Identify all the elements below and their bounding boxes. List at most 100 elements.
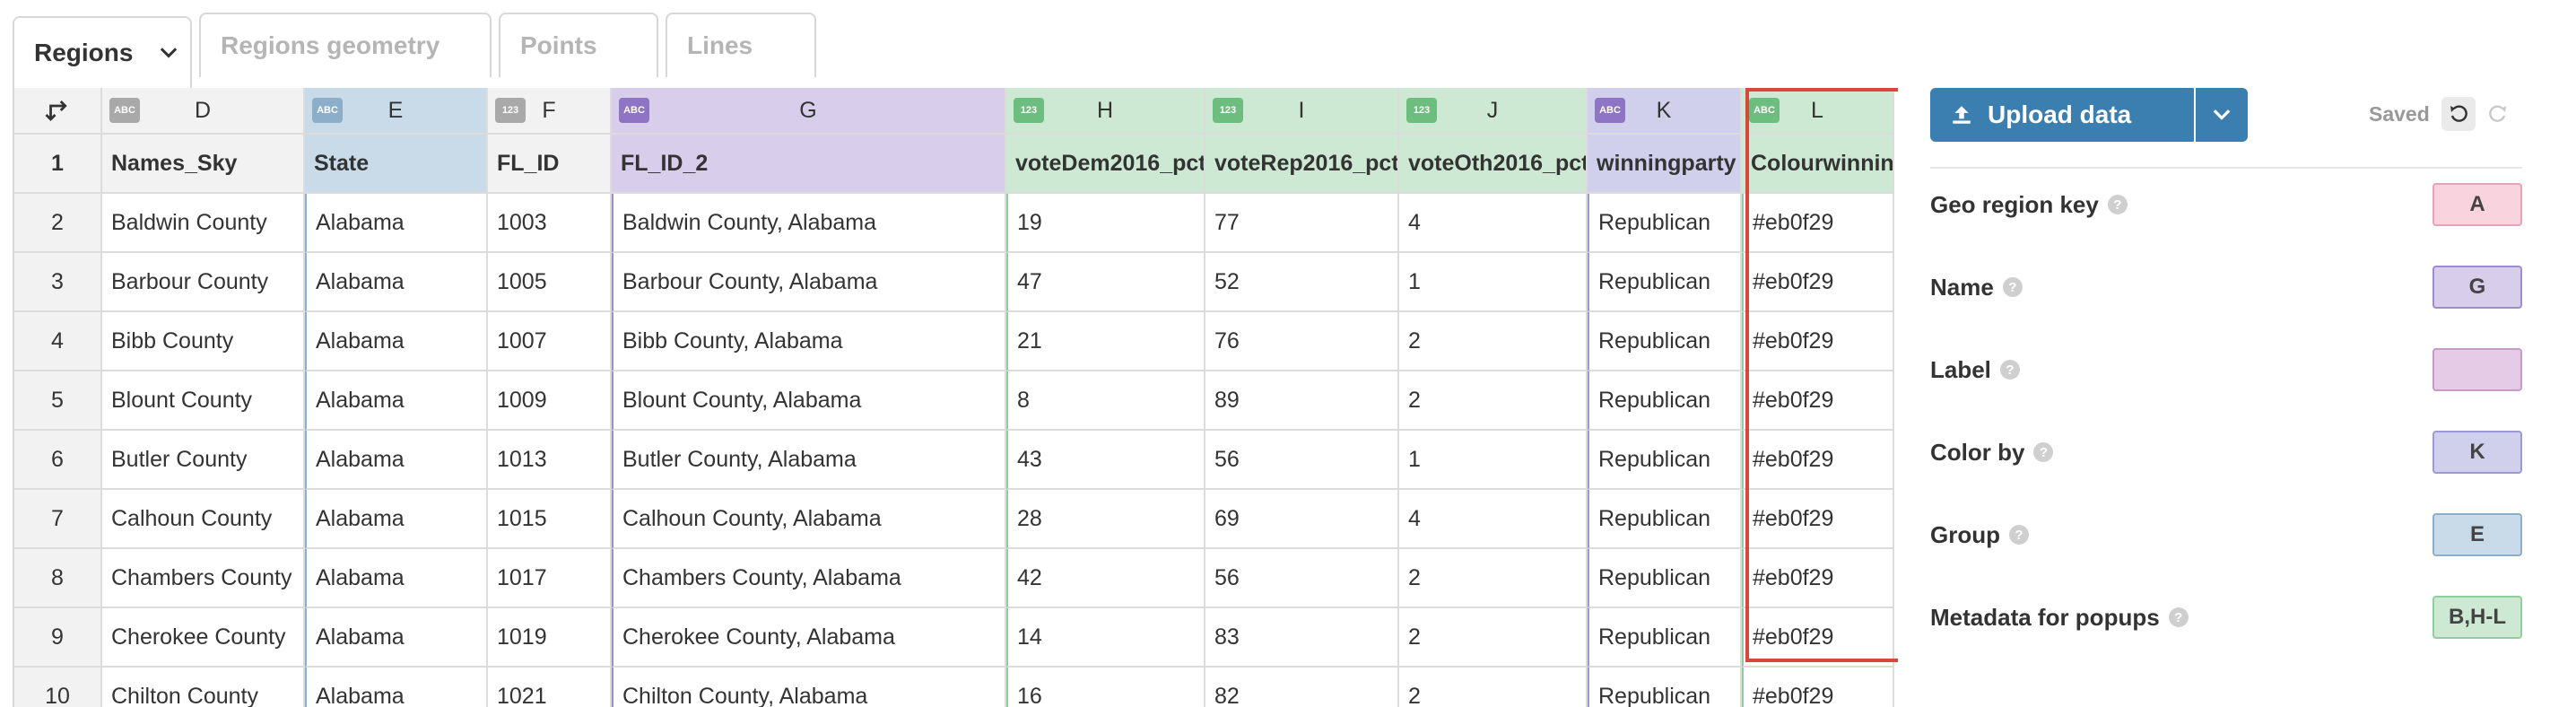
table-cell[interactable]: 8 (1006, 371, 1205, 431)
table-cell[interactable]: Chambers County (102, 549, 305, 608)
table-cell[interactable]: 1003 (488, 194, 612, 253)
table-cell[interactable]: 1021 (488, 668, 612, 707)
table-cell[interactable]: 83 (1205, 608, 1399, 668)
table-cell[interactable]: 14 (1006, 608, 1205, 668)
table-cell[interactable]: 77 (1205, 194, 1399, 253)
row-number[interactable]: 2 (14, 194, 102, 253)
table-cell[interactable]: 2 (1399, 608, 1588, 668)
column-chip[interactable] (2432, 348, 2522, 391)
column-header-l[interactable]: ABC L (1742, 88, 1894, 135)
column-header-g[interactable]: ABC G (612, 88, 1006, 135)
table-cell[interactable]: 28 (1006, 490, 1205, 549)
table-cell[interactable]: Alabama (305, 490, 488, 549)
table-cell[interactable]: Blount County, Alabama (612, 371, 1006, 431)
column-name-cell[interactable]: winningparty (1588, 135, 1742, 194)
table-cell[interactable]: Chilton County, Alabama (612, 668, 1006, 707)
table-cell[interactable]: 42 (1006, 549, 1205, 608)
table-cell[interactable]: Republican (1588, 431, 1742, 490)
column-name-cell[interactable]: State (305, 135, 488, 194)
table-cell[interactable]: Republican (1588, 371, 1742, 431)
table-cell[interactable]: Calhoun County (102, 490, 305, 549)
column-name-cell[interactable]: voteDem2016_pct (1006, 135, 1205, 194)
table-cell[interactable]: 2 (1399, 549, 1588, 608)
table-cell[interactable]: Baldwin County, Alabama (612, 194, 1006, 253)
table-cell[interactable]: #eb0f29 (1742, 194, 1894, 253)
table-cell[interactable]: Chilton County (102, 668, 305, 707)
table-cell[interactable]: Barbour County (102, 253, 305, 312)
column-name-cell[interactable]: FL_ID (488, 135, 612, 194)
column-header-j[interactable]: 123 J (1399, 88, 1588, 135)
table-cell[interactable]: #eb0f29 (1742, 431, 1894, 490)
help-icon[interactable]: ? (2033, 442, 2054, 462)
table-cell[interactable]: 19 (1006, 194, 1205, 253)
help-icon[interactable]: ? (1999, 360, 2020, 380)
column-name-cell[interactable]: voteRep2016_pct (1205, 135, 1399, 194)
table-cell[interactable]: Cherokee County (102, 608, 305, 668)
table-cell[interactable]: 1005 (488, 253, 612, 312)
table-cell[interactable]: 1013 (488, 431, 612, 490)
table-cell[interactable]: Cherokee County, Alabama (612, 608, 1006, 668)
column-header-e[interactable]: ABC E (305, 88, 488, 135)
table-cell[interactable]: #eb0f29 (1742, 549, 1894, 608)
table-cell[interactable]: Republican (1588, 312, 1742, 371)
column-chip[interactable]: K (2432, 431, 2522, 474)
table-cell[interactable]: 47 (1006, 253, 1205, 312)
table-cell[interactable]: 1015 (488, 490, 612, 549)
table-cell[interactable]: 1019 (488, 608, 612, 668)
undo-button[interactable] (2441, 97, 2476, 131)
table-cell[interactable]: Blount County (102, 371, 305, 431)
table-cell[interactable]: #eb0f29 (1742, 312, 1894, 371)
table-cell[interactable]: 1 (1399, 431, 1588, 490)
tab-regions[interactable]: Regions (13, 16, 192, 88)
table-cell[interactable]: 1007 (488, 312, 612, 371)
table-cell[interactable]: 2 (1399, 668, 1588, 707)
column-chip[interactable]: A (2432, 183, 2522, 226)
table-cell[interactable]: 56 (1205, 431, 1399, 490)
table-cell[interactable]: 1017 (488, 549, 612, 608)
column-chip[interactable]: E (2432, 513, 2522, 556)
table-cell[interactable]: Republican (1588, 194, 1742, 253)
select-all-corner[interactable] (14, 88, 102, 135)
table-cell[interactable]: Republican (1588, 253, 1742, 312)
table-cell[interactable]: 21 (1006, 312, 1205, 371)
table-cell[interactable]: Bibb County, Alabama (612, 312, 1006, 371)
table-cell[interactable]: 1009 (488, 371, 612, 431)
column-header-f[interactable]: 123 F (488, 88, 612, 135)
column-name-cell[interactable]: voteOth2016_pct (1399, 135, 1588, 194)
help-icon[interactable]: ? (2168, 607, 2189, 627)
table-cell[interactable]: Calhoun County, Alabama (612, 490, 1006, 549)
column-header-k[interactable]: ABC K (1588, 88, 1742, 135)
help-icon[interactable]: ? (2107, 195, 2128, 214)
table-cell[interactable]: Republican (1588, 668, 1742, 707)
row-number[interactable]: 4 (14, 312, 102, 371)
column-name-cell[interactable]: FL_ID_2 (612, 135, 1006, 194)
upload-options-button[interactable] (2196, 88, 2248, 142)
tab-lines[interactable]: Lines (666, 13, 816, 77)
column-header-d[interactable]: ABC D (102, 88, 305, 135)
row-number[interactable]: 1 (14, 135, 102, 194)
column-header-h[interactable]: 123 H (1006, 88, 1205, 135)
redo-button[interactable] (2481, 97, 2515, 131)
table-cell[interactable]: 69 (1205, 490, 1399, 549)
table-cell[interactable]: Alabama (305, 194, 488, 253)
column-chip[interactable]: G (2432, 266, 2522, 309)
data-grid[interactable]: ABC D ABC E 123 F ABC G 123 H 123 I 123 J ABC K ABC L 1 Nam… (13, 88, 1898, 707)
row-number[interactable]: 9 (14, 608, 102, 668)
table-cell[interactable]: 2 (1399, 371, 1588, 431)
table-cell[interactable]: Republican (1588, 549, 1742, 608)
table-cell[interactable]: 82 (1205, 668, 1399, 707)
tab-points[interactable]: Points (499, 13, 658, 77)
row-number[interactable]: 6 (14, 431, 102, 490)
column-chip[interactable]: B,H-L (2432, 596, 2522, 639)
table-cell[interactable]: 76 (1205, 312, 1399, 371)
table-cell[interactable]: 4 (1399, 490, 1588, 549)
column-name-cell[interactable]: Names_Sky (102, 135, 305, 194)
help-icon[interactable]: ? (2002, 277, 2023, 297)
table-cell[interactable]: Butler County, Alabama (612, 431, 1006, 490)
table-cell[interactable]: 4 (1399, 194, 1588, 253)
table-cell[interactable]: #eb0f29 (1742, 668, 1894, 707)
table-cell[interactable]: 1 (1399, 253, 1588, 312)
table-cell[interactable]: Alabama (305, 668, 488, 707)
table-cell[interactable]: Republican (1588, 490, 1742, 549)
table-cell[interactable]: 56 (1205, 549, 1399, 608)
